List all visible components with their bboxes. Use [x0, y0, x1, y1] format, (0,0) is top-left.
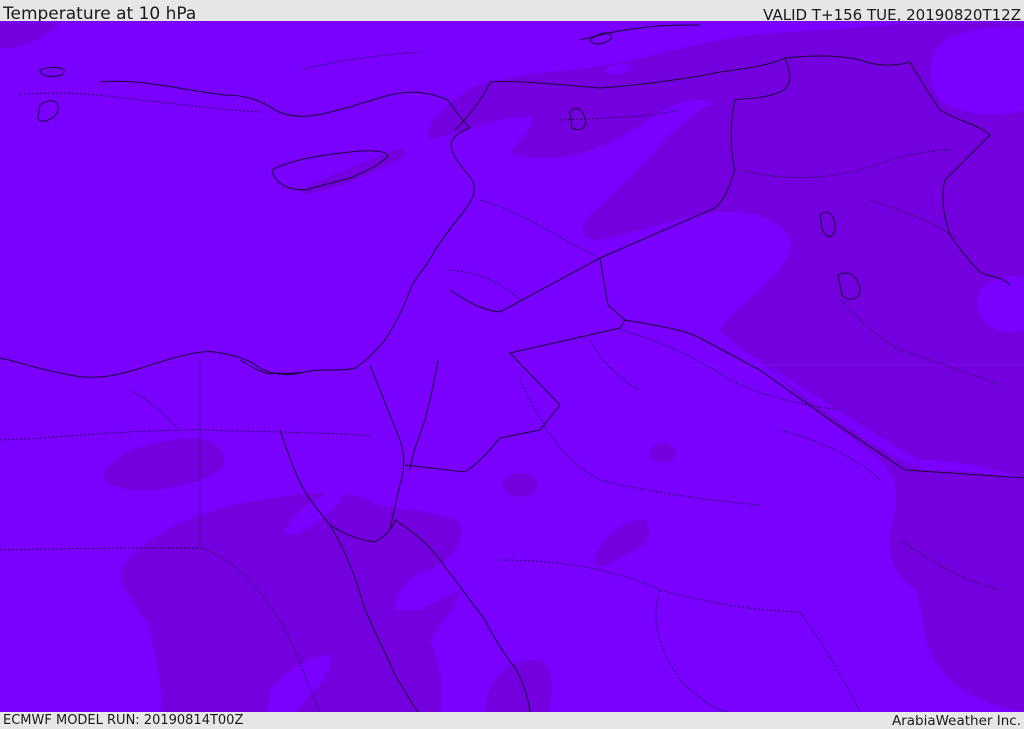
credit-label: ArabiaWeather Inc. — [891, 713, 1021, 729]
model-run-label: ECMWF MODEL RUN: 20190814T00Z — [3, 713, 244, 728]
temperature-map — [0, 21, 1024, 712]
forecast-map-frame: Temperature at 10 hPa VALID T+156 TUE, 2… — [0, 0, 1024, 729]
footer-bar: ECMWF MODEL RUN: 20190814T00Z ArabiaWeat… — [0, 712, 1024, 729]
map-canvas — [0, 21, 1024, 712]
header-bar: Temperature at 10 hPa VALID T+156 TUE, 2… — [0, 0, 1024, 24]
